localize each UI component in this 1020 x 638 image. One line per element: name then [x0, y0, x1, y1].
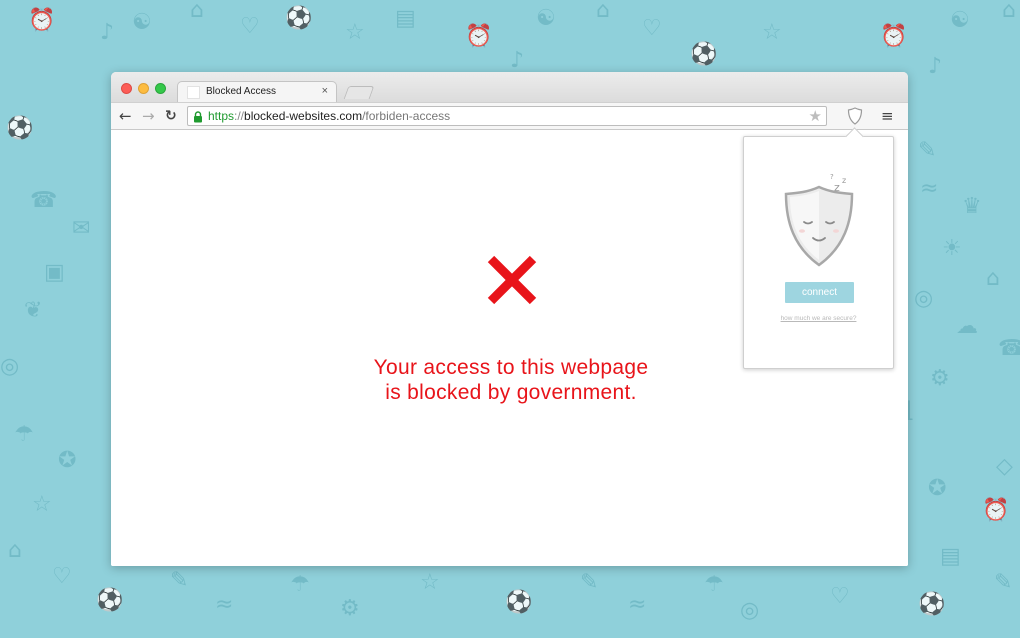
star-icon: ☆ — [420, 570, 440, 595]
menu-icon[interactable]: ≡ — [881, 107, 894, 125]
cloud-icon: ☁ — [956, 314, 978, 339]
forward-arrow-icon[interactable]: → — [142, 106, 155, 126]
bookmark-star-icon[interactable]: ★ — [809, 107, 822, 125]
trophy-icon: ♛ — [962, 194, 982, 219]
url-text: https://blocked-websites.com/forbiden-ac… — [208, 109, 450, 123]
clock-icon: ⏰ — [28, 8, 56, 33]
blocked-message: Your access to this webpage is blocked b… — [311, 355, 711, 405]
phone-icon: ☎ — [30, 188, 58, 213]
star-icon: ☆ — [762, 20, 782, 45]
document-icon: ▤ — [940, 544, 961, 569]
blocked-message-line2: is blocked by government. — [385, 381, 637, 404]
wifi-icon: ≈ — [920, 176, 939, 201]
wifi-icon: ≈ — [628, 592, 647, 617]
blocked-message-line1: Your access to this webpage — [373, 356, 649, 379]
close-window-button[interactable] — [121, 83, 132, 94]
umbrella-icon: ☂ — [14, 422, 34, 447]
music-note-icon: ♪ — [928, 54, 943, 79]
zoom-window-button[interactable] — [155, 83, 166, 94]
home-icon: ⌂ — [8, 538, 22, 563]
connect-button[interactable]: connect — [785, 282, 854, 303]
bulb-icon: ☀ — [942, 236, 962, 261]
soccer-icon: ⚽ — [6, 116, 34, 141]
heart-icon: ♡ — [240, 14, 260, 39]
tab-close-icon[interactable]: × — [322, 85, 328, 97]
url-path: /forbiden-access — [362, 109, 451, 123]
blocked-x-icon — [487, 255, 537, 310]
medal-icon: ✪ — [928, 476, 947, 501]
url-scheme: https — [208, 109, 235, 123]
home-icon: ⌂ — [190, 0, 204, 23]
favicon-icon — [187, 86, 200, 99]
new-tab-button[interactable] — [343, 86, 375, 99]
url-separator: :// — [234, 109, 245, 123]
clock-icon: ⏰ — [880, 24, 908, 49]
tool-icon: ✎ — [994, 570, 1013, 595]
minimize-window-button[interactable] — [138, 83, 149, 94]
tool-icon: ✎ — [580, 570, 599, 595]
soccer-icon: ⚽ — [285, 6, 313, 31]
tool-icon: ✎ — [170, 568, 189, 593]
home-icon: ⌂ — [596, 0, 610, 23]
yin-yang-icon: ☯ — [536, 6, 556, 31]
clock-icon: ⏰ — [982, 498, 1010, 523]
compass-icon: ✪ — [58, 448, 77, 473]
home-icon: ⌂ — [986, 266, 1000, 291]
globe-icon: ◎ — [740, 598, 760, 623]
image-icon: ▣ — [44, 260, 65, 285]
clock-icon: ⏰ — [465, 24, 493, 49]
shield-extension-button[interactable] — [844, 105, 866, 127]
back-arrow-icon[interactable]: ← — [119, 106, 132, 126]
tab-blocked-access[interactable]: Blocked Access × — [177, 81, 337, 103]
shield-icon — [847, 107, 863, 125]
home-icon: ⌂ — [1002, 0, 1016, 23]
umbrella-icon: ☂ — [290, 572, 310, 597]
wifi-icon: ≈ — [215, 592, 234, 617]
mail-icon: ✉ — [72, 216, 91, 241]
yin-yang-icon: ☯ — [950, 8, 970, 33]
bike-icon: ⚙ — [340, 596, 360, 621]
yin-yang-icon: ☯ — [132, 10, 152, 35]
url-host: blocked-websites.com — [244, 109, 363, 123]
soccer-icon: ⚽ — [690, 42, 718, 67]
music-note-icon: ♪ — [510, 48, 525, 73]
tab-title: Blocked Access — [206, 86, 277, 97]
how-secure-link[interactable]: how much we are secure? — [744, 315, 893, 322]
bike-icon: ⚙ — [930, 366, 950, 391]
leaf-icon: ❦ — [24, 298, 43, 323]
title-bar: Blocked Access × — [111, 72, 908, 103]
umbrella-icon: ☂ — [704, 572, 724, 597]
toolbar: ← → ↻ https://blocked-websites.com/forbi… — [111, 102, 908, 130]
heart-icon: ♡ — [830, 584, 850, 609]
heart-icon: ♡ — [52, 564, 72, 589]
soccer-icon: ⚽ — [96, 588, 124, 613]
heart-icon: ♡ — [642, 16, 662, 41]
document-icon: ▤ — [395, 6, 416, 31]
star-icon: ☆ — [32, 492, 52, 517]
diamond-icon: ◇ — [996, 454, 1013, 479]
globe-icon: ◎ — [914, 286, 934, 311]
reload-icon[interactable]: ↻ — [165, 106, 177, 126]
phone-icon: ☎ — [998, 336, 1020, 361]
tool-icon: ✎ — [918, 138, 937, 163]
address-bar[interactable]: https://blocked-websites.com/forbiden-ac… — [187, 106, 827, 126]
globe-icon: ◎ — [0, 354, 20, 379]
star-icon: ☆ — [345, 20, 365, 45]
sleeping-shield-icon: ? z z — [778, 167, 868, 272]
extension-popup: ? z z connect how much we are secure? — [743, 127, 894, 369]
soccer-icon: ⚽ — [918, 592, 946, 617]
svg-text:z: z — [842, 176, 846, 185]
lock-icon — [193, 110, 203, 128]
music-note-icon: ♪ — [100, 20, 115, 45]
soccer-icon: ⚽ — [505, 590, 533, 615]
svg-text:?: ? — [830, 173, 834, 181]
